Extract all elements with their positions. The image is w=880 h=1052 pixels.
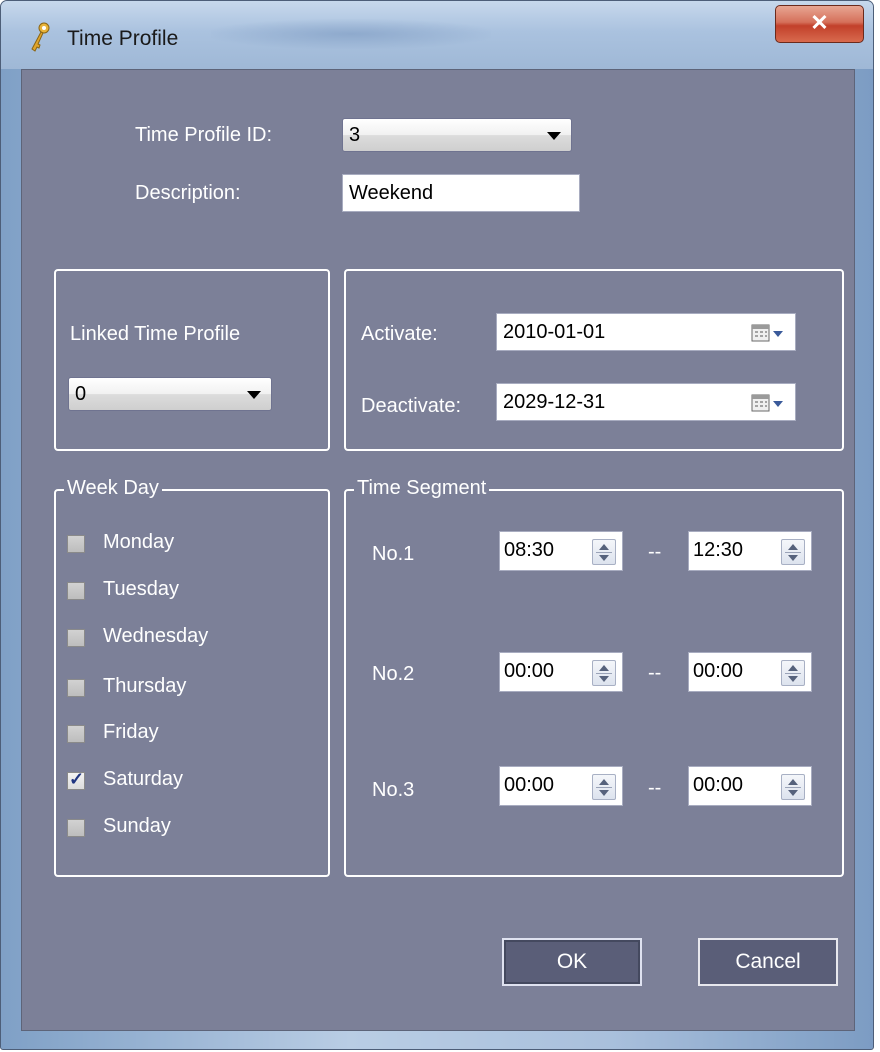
segment-3-label: No.3 [372, 779, 415, 801]
segment-2-end-value: 00:00 [693, 660, 744, 682]
title-bar-glass [211, 19, 491, 49]
window-title: Time Profile [67, 27, 179, 50]
wednesday-label: Wednesday [103, 625, 209, 647]
segment-3-start-field[interactable]: 00:00 [499, 766, 623, 806]
time-profile-window: Time Profile ✕ Time Profile ID: 3 Descri… [0, 0, 874, 1050]
close-button[interactable]: ✕ [775, 5, 864, 43]
segment-2-label: No.2 [372, 663, 415, 685]
segment-2-separator: -- [648, 662, 662, 684]
calendar-dropdown-icon[interactable] [751, 393, 787, 413]
segment-1-start-field[interactable]: 08:30 [499, 531, 623, 571]
linked-profile-select[interactable]: 0 [68, 377, 272, 411]
segment-1-start-value: 08:30 [504, 539, 555, 561]
wednesday-checkbox[interactable] [67, 629, 85, 647]
tuesday-checkbox[interactable] [67, 582, 85, 600]
cancel-button[interactable]: Cancel [698, 938, 838, 986]
spinner-arrows-icon[interactable] [781, 539, 805, 565]
segment-3-end-value: 00:00 [693, 774, 744, 796]
linked-profile-label: Linked Time Profile [70, 323, 241, 345]
activate-label: Activate: [361, 323, 438, 345]
friday-checkbox[interactable] [67, 725, 85, 743]
description-label: Description: [135, 182, 241, 204]
week-day-legend: Week Day [64, 477, 162, 500]
spinner-arrows-icon[interactable] [781, 774, 805, 800]
time-segment-legend: Time Segment [354, 477, 490, 500]
segment-1-end-value: 12:30 [693, 539, 744, 561]
deactivate-date-value: 2029-12-31 [503, 391, 606, 413]
segment-2-end-field[interactable]: 00:00 [688, 652, 812, 692]
chevron-down-icon [247, 391, 261, 399]
segment-3-separator: -- [648, 777, 662, 799]
monday-checkbox[interactable] [67, 535, 85, 553]
thursday-label: Thursday [103, 675, 187, 697]
calendar-dropdown-icon[interactable] [751, 323, 787, 343]
spinner-arrows-icon[interactable] [592, 774, 616, 800]
monday-label: Monday [103, 531, 175, 553]
time-segment-group: Time Segment No.1 08:30 -- 12:30 No.2 00… [344, 477, 844, 877]
segment-1-label: No.1 [372, 543, 415, 565]
chevron-down-icon [547, 132, 561, 140]
activate-date-value: 2010-01-01 [503, 321, 606, 343]
deactivate-label: Deactivate: [361, 395, 462, 417]
ok-button[interactable]: OK [502, 938, 642, 986]
segment-1-end-field[interactable]: 12:30 [688, 531, 812, 571]
sunday-checkbox[interactable] [67, 819, 85, 837]
spinner-arrows-icon[interactable] [592, 660, 616, 686]
time-profile-id-label: Time Profile ID: [135, 124, 273, 146]
segment-3-end-field[interactable]: 00:00 [688, 766, 812, 806]
segment-2-start-field[interactable]: 00:00 [499, 652, 623, 692]
segment-1-separator: -- [648, 541, 662, 563]
sunday-label: Sunday [103, 815, 171, 837]
friday-label: Friday [103, 721, 159, 743]
description-field[interactable]: Weekend [342, 174, 580, 212]
checkmark-icon: ✓ [69, 769, 85, 789]
dialog-body: Time Profile ID: 3 Description: Weekend … [21, 69, 855, 1031]
deactivate-date-picker[interactable]: 2029-12-31 [496, 383, 796, 421]
saturday-label: Saturday [103, 768, 184, 790]
close-icon: ✕ [810, 10, 829, 35]
activate-date-picker[interactable]: 2010-01-01 [496, 313, 796, 351]
spinner-arrows-icon[interactable] [592, 539, 616, 565]
saturday-checkbox[interactable]: ✓ [67, 769, 85, 790]
tuesday-label: Tuesday [103, 578, 179, 600]
date-range-group: Activate: 2010-01-01 Deactivate: 2029-12… [344, 269, 844, 451]
week-day-group: Week Day Monday Tuesday Wednesday Thursd… [54, 477, 330, 877]
title-bar[interactable]: Time Profile ✕ [1, 1, 873, 69]
linked-profile-group: Linked Time Profile 0 [54, 269, 330, 451]
spinner-arrows-icon[interactable] [781, 660, 805, 686]
segment-2-start-value: 00:00 [504, 660, 555, 682]
segment-3-start-value: 00:00 [504, 774, 555, 796]
thursday-checkbox[interactable] [67, 679, 85, 697]
linked-profile-value: 0 [75, 383, 87, 405]
time-profile-id-select[interactable]: 3 [342, 118, 572, 152]
key-user-icon [31, 22, 50, 52]
time-profile-id-value: 3 [349, 124, 361, 146]
